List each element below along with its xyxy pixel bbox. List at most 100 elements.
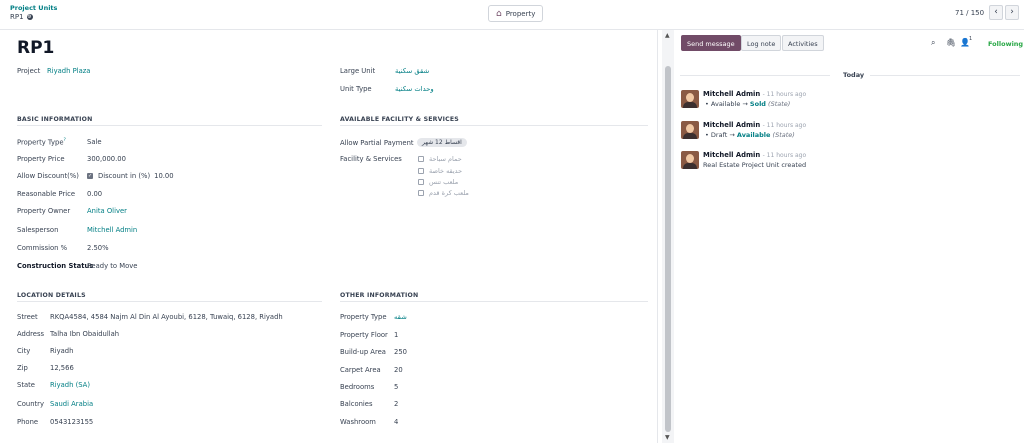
carpet-area-label: Carpet Area: [340, 366, 381, 374]
facility-services-label: Facility & Services: [340, 155, 402, 163]
day-separator: Today: [680, 70, 1020, 80]
message-author[interactable]: Mitchell Admin: [703, 151, 760, 159]
commission-label: Commission %: [17, 244, 68, 252]
buildup-area-value[interactable]: 250: [394, 348, 407, 356]
allow-discount-checkbox[interactable]: ✓: [87, 173, 93, 179]
discount-checkbox-label: Discount in (%): [98, 172, 151, 180]
message-author[interactable]: Mitchell Admin: [703, 121, 760, 129]
commission-value[interactable]: 2.50%: [87, 244, 109, 252]
phone-value[interactable]: 0543123155: [50, 418, 93, 426]
facility-checkbox[interactable]: [418, 168, 424, 174]
zip-value[interactable]: 12,566: [50, 364, 74, 372]
location-divider: [17, 301, 322, 302]
property-type-label-text: Property Type: [17, 138, 64, 147]
construction-status-field: Construction Status Ready to Move: [17, 262, 137, 270]
construction-status-value[interactable]: Ready to Move: [87, 262, 137, 270]
scroll-up-icon[interactable]: ▲: [665, 32, 670, 39]
property-type-value[interactable]: Sale: [87, 138, 102, 146]
send-message-button[interactable]: Send message: [681, 35, 741, 51]
message-time: - 11 hours ago: [762, 122, 807, 129]
address-label: Address: [17, 330, 45, 338]
record-title[interactable]: RP1: [17, 38, 54, 58]
reasonable-price-label: Reasonable Price: [17, 190, 76, 198]
message-author-line: Mitchell Admin - 11 hours ago: [703, 121, 806, 129]
avatar[interactable]: [681, 151, 699, 169]
help-tooltip-icon[interactable]: ?: [64, 138, 66, 143]
basic-info-divider: [17, 125, 322, 126]
facility-option: حمام سباحة: [418, 155, 462, 163]
discount-value[interactable]: 10.00: [154, 172, 173, 180]
tracking-value: • Available → Sold (State): [705, 100, 791, 108]
property-price-value[interactable]: 300,000.00: [87, 155, 126, 163]
property-owner-value[interactable]: Anita Oliver: [87, 207, 127, 215]
search-icon[interactable]: ⌕: [931, 38, 935, 48]
washroom-field: Washroom 4: [340, 418, 398, 426]
form-scrollbar[interactable]: ▲ ▼: [662, 30, 674, 443]
pager-value[interactable]: 71 / 150: [955, 9, 984, 17]
log-note-button[interactable]: Log note: [741, 35, 782, 51]
large-unit-value[interactable]: شقق سكنية: [395, 67, 429, 75]
address-field: Address Talha Ibn Obaidullah: [17, 330, 119, 338]
other-info-divider: [340, 301, 648, 302]
large-unit-label: Large Unit: [340, 67, 376, 75]
reasonable-price-value[interactable]: 0.00: [87, 190, 102, 198]
property-smart-button[interactable]: ⌂ Property: [488, 5, 544, 22]
bedrooms-field: Bedrooms 5: [340, 383, 398, 391]
washroom-value[interactable]: 4: [394, 418, 398, 426]
country-value[interactable]: Saudi Arabia: [50, 400, 93, 408]
salesperson-value[interactable]: Mitchell Admin: [87, 226, 137, 234]
construction-status-label: Construction Status: [17, 262, 94, 270]
gear-icon[interactable]: ⚙: [26, 14, 33, 20]
pager-previous-button[interactable]: ‹: [989, 5, 1003, 20]
property-type-label: Property Type?: [17, 138, 87, 146]
zip-label: Zip: [17, 364, 28, 372]
scroll-down-icon[interactable]: ▼: [665, 434, 670, 441]
tracking-value: • Draft → Available (State): [705, 131, 795, 139]
activities-button[interactable]: Activities: [782, 35, 824, 51]
facility-option: ملعب تنس: [418, 178, 458, 186]
facility-option-label: ملعب كرة قدم: [429, 189, 469, 197]
balconies-value[interactable]: 2: [394, 400, 398, 408]
other-property-type-field: Property Type شقه: [340, 313, 407, 321]
balconies-label: Balconies: [340, 400, 373, 408]
carpet-area-value[interactable]: 20: [394, 366, 403, 374]
arrow-right-icon: →: [742, 100, 750, 108]
facility-option: حديقه خاصة: [418, 167, 462, 175]
chatter-message: Mitchell Admin - 11 hours ago • Availabl…: [681, 90, 1011, 112]
bedrooms-value[interactable]: 5: [394, 383, 398, 391]
other-property-type-value[interactable]: شقه: [394, 313, 407, 321]
property-floor-value[interactable]: 1: [394, 331, 398, 339]
tracking-old-value: Draft: [710, 131, 728, 139]
washroom-label: Washroom: [340, 418, 376, 426]
chatter-message: Mitchell Admin - 11 hours ago Real Estat…: [681, 151, 1011, 173]
city-value[interactable]: Riyadh: [50, 347, 73, 355]
scrollbar-thumb[interactable]: [665, 66, 671, 432]
address-value[interactable]: Talha Ibn Obaidullah: [50, 330, 119, 338]
avatar[interactable]: [681, 90, 699, 108]
street-value[interactable]: RKQA4584, 4584 Najm Al Din Al Ayoubi, 61…: [50, 313, 283, 321]
project-value[interactable]: Riyadh Plaza: [47, 67, 90, 75]
facility-checkbox[interactable]: [418, 190, 424, 196]
follower-count: 1: [969, 36, 973, 42]
partial-payment-tag[interactable]: اقساط 12 شهر: [417, 138, 467, 147]
paperclip-icon[interactable]: 🖇: [946, 38, 956, 47]
following-button[interactable]: Following: [988, 40, 1023, 48]
state-value[interactable]: Riyadh (SA): [50, 381, 90, 389]
avatar[interactable]: [681, 121, 699, 139]
partial-payment-field: Allow Partial Payment اقساط 12 شهر: [340, 138, 467, 147]
project-label: Project: [17, 67, 41, 75]
carpet-area-field: Carpet Area 20: [340, 366, 403, 374]
pager-next-button[interactable]: ›: [1005, 5, 1019, 20]
message-author-line: Mitchell Admin - 11 hours ago: [703, 90, 806, 98]
message-author[interactable]: Mitchell Admin: [703, 90, 760, 98]
facility-option: ملعب كرة قدم: [418, 189, 469, 197]
home-icon: ⌂: [496, 8, 502, 19]
bedrooms-label: Bedrooms: [340, 383, 375, 391]
facility-checkbox[interactable]: [418, 179, 424, 185]
unit-type-value[interactable]: وحدات سكنية: [395, 85, 434, 93]
location-title: LOCATION DETAILS: [17, 292, 86, 299]
tracking-field-name: (State): [768, 100, 791, 108]
facility-checkbox[interactable]: [418, 156, 424, 162]
property-owner-field: Property Owner Anita Oliver: [17, 207, 127, 215]
breadcrumb-parent[interactable]: Project Units: [10, 4, 57, 12]
